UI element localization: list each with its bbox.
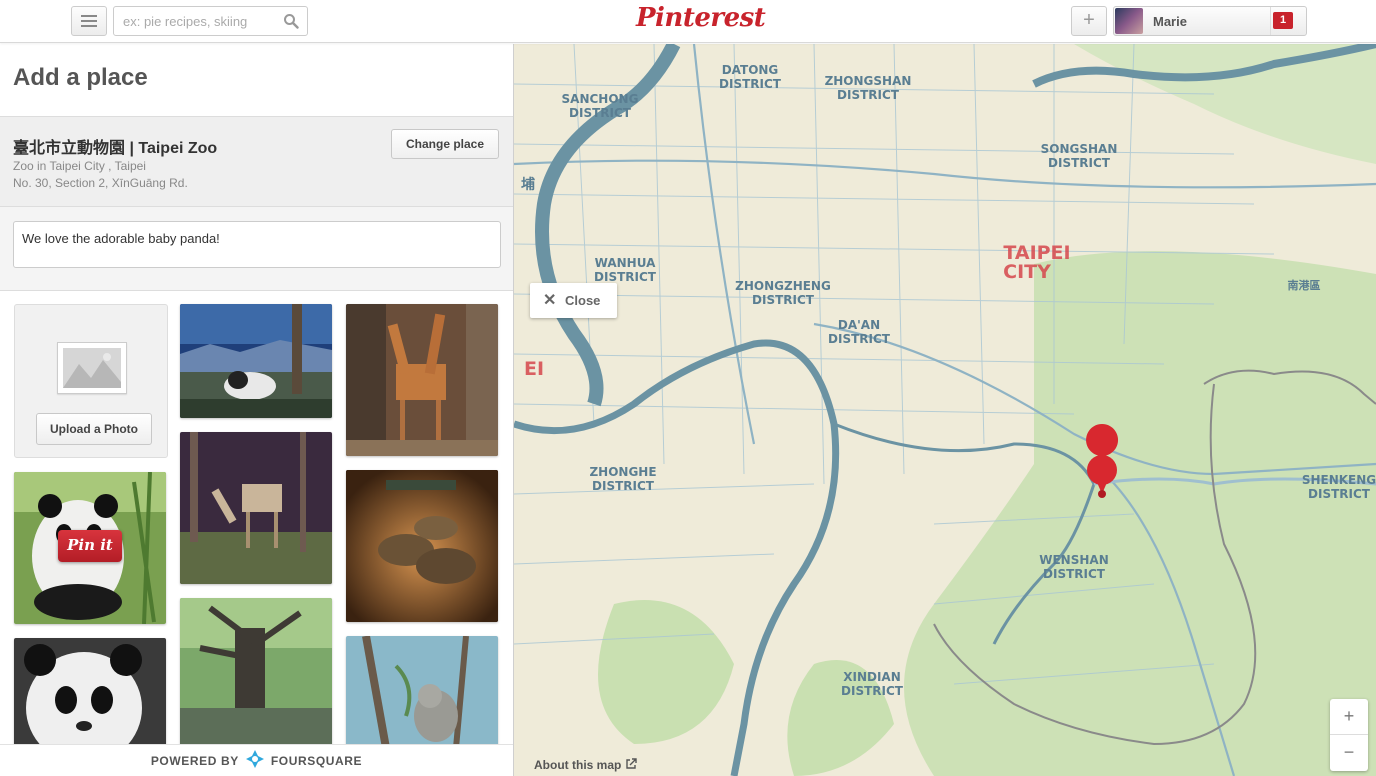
map-label-sanchong-2: DISTRICT bbox=[569, 106, 632, 120]
map-view[interactable]: DATONG DISTRICT ZHONGSHAN DISTRICT SANCH… bbox=[514, 44, 1376, 776]
map-label-songshan-1: SONGSHAN bbox=[1041, 142, 1118, 156]
selected-place: 臺北市立動物園 | Taipei Zoo Zoo in Taipei City … bbox=[0, 116, 513, 207]
hamburger-icon bbox=[81, 20, 97, 22]
map-label-datong-1: DATONG bbox=[722, 63, 779, 77]
search-input[interactable] bbox=[114, 7, 274, 35]
upload-photo-card[interactable]: Upload a Photo bbox=[14, 304, 168, 458]
map-label-daan-2: DISTRICT bbox=[828, 332, 891, 346]
photo-panda-sleeping[interactable] bbox=[180, 304, 332, 418]
external-link-icon bbox=[625, 758, 637, 772]
comment-field[interactable]: We love the adorable baby panda! bbox=[13, 221, 501, 268]
foursquare-logo-icon bbox=[245, 749, 265, 772]
user-name[interactable]: Marie bbox=[1153, 14, 1187, 29]
upload-photo-button[interactable]: Upload a Photo bbox=[36, 413, 152, 445]
map-label-zhonghe-2: DISTRICT bbox=[592, 479, 655, 493]
map-label-shenkeng-2: DISTRICT bbox=[1308, 487, 1371, 501]
photo-tortoises[interactable] bbox=[346, 470, 498, 622]
close-map-button[interactable]: ✕ Close bbox=[530, 283, 617, 318]
zoom-out-button[interactable]: − bbox=[1330, 735, 1368, 771]
pinterest-logo[interactable]: Pinterest bbox=[636, 3, 766, 33]
map-label-songshan-2: DISTRICT bbox=[1048, 156, 1111, 170]
place-address: No. 30, Section 2, XīnGuāng Rd. bbox=[13, 176, 188, 190]
photo-giraffes[interactable] bbox=[346, 304, 498, 456]
close-label: Close bbox=[565, 293, 601, 308]
map-label-xindian-2: DISTRICT bbox=[841, 684, 904, 698]
close-icon: ✕ bbox=[543, 292, 557, 309]
photo-giraffe-enclosure[interactable] bbox=[180, 432, 332, 584]
place-name: 臺北市立動物園 | Taipei Zoo bbox=[13, 140, 218, 157]
photo-panda-bamboo[interactable]: Pin it bbox=[14, 472, 166, 624]
photo-panda-statue[interactable] bbox=[14, 638, 166, 748]
page-title: Add a place bbox=[13, 64, 148, 91]
map-label-daan-1: DA'AN bbox=[838, 318, 880, 332]
photo-koala[interactable] bbox=[346, 636, 498, 748]
foursquare-label: FOURSQUARE bbox=[270, 753, 363, 768]
search-box[interactable] bbox=[113, 6, 308, 36]
map-label-zhongshan-2: DISTRICT bbox=[837, 88, 900, 102]
map-label-wenshan-2: DISTRICT bbox=[1043, 567, 1106, 581]
about-map-label: About this map bbox=[534, 758, 622, 772]
image-placeholder-icon bbox=[57, 342, 127, 394]
add-place-panel: Add a place 臺北市立動物園 | Taipei Zoo Zoo in … bbox=[0, 44, 514, 776]
map-label-shenkeng-1: SHENKENG bbox=[1302, 473, 1376, 487]
zoom-in-button[interactable]: + bbox=[1330, 699, 1368, 735]
divider bbox=[1270, 7, 1271, 35]
notification-badge[interactable]: 1 bbox=[1273, 12, 1293, 29]
place-category: Zoo in Taipei City , Taipei bbox=[13, 159, 146, 173]
map-label-wanhua-2: DISTRICT bbox=[594, 270, 657, 284]
top-bar: Pinterest + Marie 1 bbox=[0, 0, 1376, 43]
avatar[interactable] bbox=[1115, 8, 1143, 34]
add-pin-button[interactable]: + bbox=[1071, 6, 1107, 36]
about-map-link[interactable]: About this map bbox=[534, 758, 637, 772]
map-label-sanchong-1: SANCHONG bbox=[562, 92, 639, 106]
map-label-datong-2: DISTRICT bbox=[719, 77, 782, 91]
change-place-button[interactable]: Change place bbox=[391, 129, 499, 159]
comment-section: We love the adorable baby panda! bbox=[0, 207, 513, 291]
map-label-zhonghe-1: ZHONGHE bbox=[589, 465, 656, 479]
photo-trees[interactable] bbox=[180, 598, 332, 748]
user-menu[interactable]: Marie 1 bbox=[1113, 6, 1307, 36]
map-label-zhongshan-1: ZHONGSHAN bbox=[825, 74, 912, 88]
map-label-taipei-2: CITY bbox=[1003, 261, 1051, 283]
pin-it-button[interactable]: Pin it bbox=[58, 530, 122, 562]
map-label-zhongzheng-1: ZHONGZHENG bbox=[735, 279, 831, 293]
map-label-wenshan-1: WENSHAN bbox=[1039, 553, 1109, 567]
zoom-controls: + − bbox=[1330, 699, 1368, 771]
map-label-pu: 埔 bbox=[521, 176, 535, 193]
powered-by-footer: POWERED BY FOURSQUARE bbox=[0, 744, 513, 776]
map-label-zhongzheng-2: DISTRICT bbox=[752, 293, 815, 307]
map-label-xindian-1: XINDIAN bbox=[843, 670, 901, 684]
map-label-wanhua-1: WANHUA bbox=[595, 256, 656, 270]
map-label-ei: EI bbox=[524, 358, 544, 380]
search-icon[interactable] bbox=[283, 13, 299, 34]
map-label-nangang: 南港區 bbox=[1288, 278, 1321, 292]
powered-by-label: POWERED BY bbox=[150, 753, 239, 768]
map-canvas[interactable]: DATONG DISTRICT ZHONGSHAN DISTRICT SANCH… bbox=[514, 44, 1376, 776]
menu-button[interactable] bbox=[71, 6, 107, 36]
